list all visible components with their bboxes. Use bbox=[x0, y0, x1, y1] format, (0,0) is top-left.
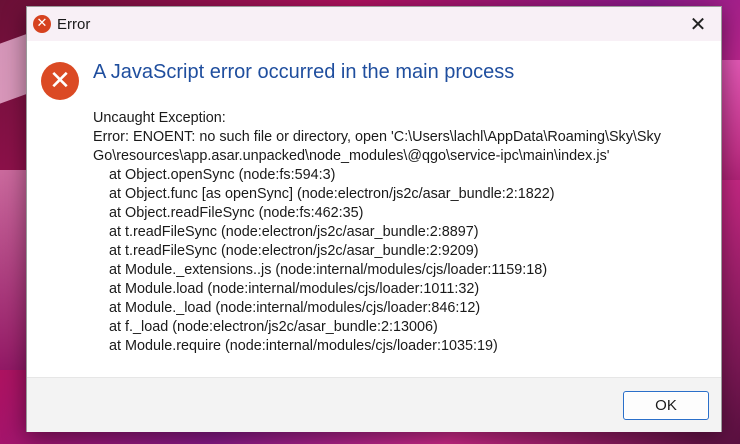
title-bar[interactable]: ✕ Error ✕ bbox=[27, 7, 721, 41]
stack-frame: at Module._load (node:internal/modules/c… bbox=[109, 300, 481, 316]
stack-frame: at f._load (node:electron/js2c/asar_bund… bbox=[109, 319, 438, 335]
window-title: Error bbox=[57, 16, 91, 33]
error-message: Uncaught Exception: Error: ENOENT: no su… bbox=[93, 109, 713, 356]
message-line: Uncaught Exception: bbox=[93, 110, 226, 126]
message-line: Go\resources\app.asar.unpacked\node_modu… bbox=[93, 148, 610, 164]
stack-frame: at t.readFileSync (node:electron/js2c/as… bbox=[109, 243, 479, 259]
error-x-icon: ✕ bbox=[41, 62, 79, 100]
stack-frame: at Module.require (node:internal/modules… bbox=[109, 338, 498, 354]
stack-frame: at Object.readFileSync (node:fs:462:35) bbox=[109, 205, 364, 221]
close-button[interactable]: ✕ bbox=[675, 7, 721, 41]
error-dialog: ✕ Error ✕ ✕ A JavaScript error occurred … bbox=[26, 6, 722, 432]
ok-button[interactable]: OK bbox=[623, 391, 709, 420]
error-icon: ✕ bbox=[33, 15, 51, 33]
dialog-footer: OK bbox=[27, 377, 721, 432]
error-heading: A JavaScript error occurred in the main … bbox=[93, 61, 515, 83]
message-line: Error: ENOENT: no such file or directory… bbox=[93, 129, 661, 145]
stack-frame: at Module._extensions..js (node:internal… bbox=[109, 262, 548, 278]
dialog-content: ✕ A JavaScript error occurred in the mai… bbox=[27, 41, 721, 377]
stack-frame: at Object.openSync (node:fs:594:3) bbox=[109, 167, 336, 183]
stack-frame: at t.readFileSync (node:electron/js2c/as… bbox=[109, 224, 479, 240]
stack-frame: at Object.func [as openSync] (node:elect… bbox=[109, 186, 555, 202]
stack-frame: at Module.load (node:internal/modules/cj… bbox=[109, 281, 480, 297]
